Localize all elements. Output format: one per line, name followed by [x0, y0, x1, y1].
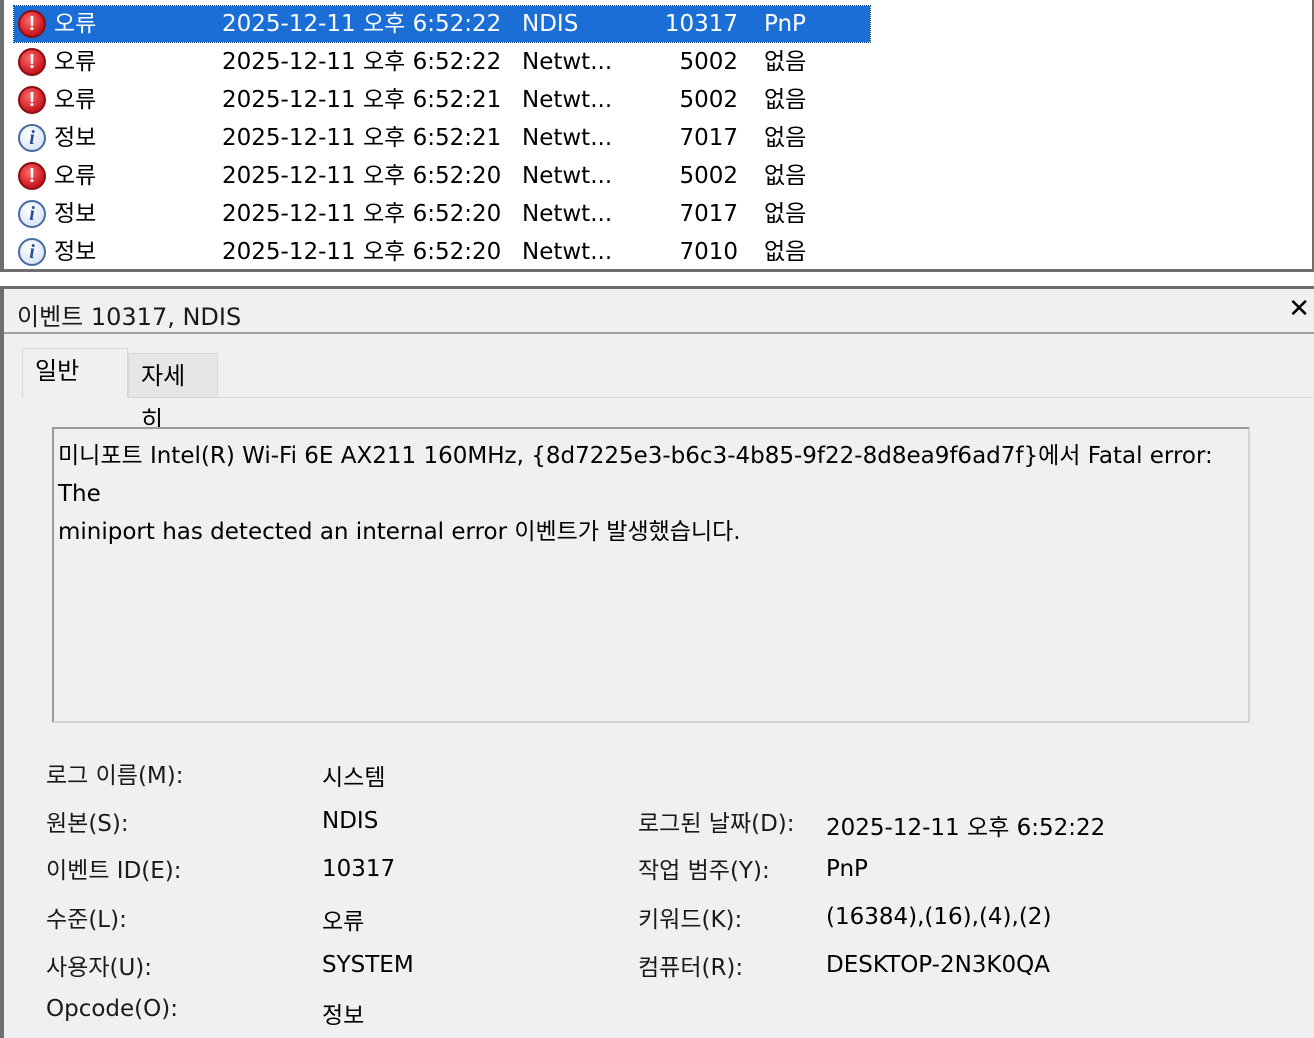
- event-id: 5002: [679, 87, 738, 113]
- event-list[interactable]: ! 오류 2025-12-11 오후 6:52:22 NDIS 10317 Pn…: [0, 0, 1314, 272]
- event-row[interactable]: ! 오류 2025-12-11 오후 6:52:22 NDIS 10317 Pn…: [13, 5, 871, 43]
- event-date: 2025-12-11 오후 6:52:21: [222, 125, 502, 151]
- event-category: 없음: [764, 239, 807, 265]
- event-source: Netwt...: [522, 87, 613, 113]
- detail-title: 이벤트 10317, NDIS: [17, 303, 242, 331]
- task-category-value: PnP: [826, 856, 868, 882]
- event-source: NDIS: [522, 11, 579, 37]
- event-date: 2025-12-11 오후 6:52:22: [222, 11, 502, 37]
- event-id: 10317: [664, 11, 738, 37]
- event-level: 정보: [54, 125, 97, 151]
- event-category: 없음: [764, 201, 807, 227]
- event-source: Netwt...: [522, 239, 613, 265]
- event-row[interactable]: i 정보 2025-12-11 오후 6:52:20 Netwt... 7017…: [14, 196, 870, 232]
- level-label: 수준(L):: [46, 907, 127, 933]
- event-row[interactable]: i 정보 2025-12-11 오후 6:52:20 Netwt... 7010…: [14, 234, 870, 270]
- tab-details[interactable]: 자세히: [128, 353, 218, 434]
- event-source: Netwt...: [522, 49, 613, 75]
- event-row[interactable]: i 정보 2025-12-11 오후 6:52:21 Netwt... 7017…: [14, 120, 870, 156]
- event-row[interactable]: ! 오류 2025-12-11 오후 6:52:20 Netwt... 5002…: [14, 158, 870, 194]
- log-name-label: 로그 이름(M):: [46, 763, 184, 789]
- opcode-value: 정보: [322, 1003, 365, 1029]
- event-date: 2025-12-11 오후 6:52:20: [222, 201, 502, 227]
- event-id: 5002: [679, 49, 738, 75]
- event-id-label: 이벤트 ID(E):: [46, 858, 182, 884]
- event-category: PnP: [764, 11, 806, 37]
- event-row[interactable]: ! 오류 2025-12-11 오후 6:52:21 Netwt... 5002…: [14, 82, 870, 118]
- info-icon: i: [18, 200, 46, 228]
- computer-value: DESKTOP-2N3K0QA: [826, 952, 1050, 978]
- user-value: SYSTEM: [322, 952, 414, 978]
- event-date: 2025-12-11 오후 6:52:20: [222, 163, 502, 189]
- task-category-label: 작업 범주(Y):: [638, 858, 770, 884]
- computer-label: 컴퓨터(R):: [638, 955, 744, 981]
- event-date: 2025-12-11 오후 6:52:21: [222, 87, 502, 113]
- log-name-value: 시스템: [322, 765, 386, 791]
- event-detail-pane: 이벤트 10317, NDIS ✕ 일반 자세히 미니포트 Intel(R) W…: [0, 286, 1314, 1038]
- error-icon: !: [18, 162, 46, 190]
- event-source: Netwt...: [522, 201, 613, 227]
- event-level: 오류: [54, 163, 97, 189]
- error-icon: !: [18, 86, 46, 114]
- event-id: 7017: [679, 201, 738, 227]
- error-icon: !: [18, 48, 46, 76]
- opcode-label: Opcode(O):: [46, 996, 178, 1022]
- info-icon: i: [18, 238, 46, 266]
- error-icon: !: [18, 10, 46, 38]
- event-level: 정보: [54, 201, 97, 227]
- source-value: NDIS: [322, 808, 379, 834]
- event-row[interactable]: ! 오류 2025-12-11 오후 6:52:22 Netwt... 5002…: [14, 44, 870, 80]
- logged-date-label: 로그된 날짜(D):: [638, 811, 795, 837]
- keywords-label: 키워드(K):: [638, 907, 743, 933]
- event-source: Netwt...: [522, 125, 613, 151]
- event-id-value: 10317: [322, 856, 396, 882]
- keywords-value: (16384),(16),(4),(2): [826, 904, 1052, 930]
- event-level: 오류: [54, 49, 97, 75]
- event-level: 정보: [54, 239, 97, 265]
- event-date: 2025-12-11 오후 6:52:22: [222, 49, 502, 75]
- tab-general[interactable]: 일반: [22, 348, 128, 398]
- event-id: 5002: [679, 163, 738, 189]
- description-line: 미니포트 Intel(R) Wi-Fi 6E AX211 160MHz, {8d…: [58, 443, 1213, 507]
- event-source: Netwt...: [522, 163, 613, 189]
- logged-date-value: 2025-12-11 오후 6:52:22: [826, 815, 1106, 841]
- event-viewer: ! 오류 2025-12-11 오후 6:52:22 NDIS 10317 Pn…: [0, 0, 1314, 1038]
- event-description[interactable]: 미니포트 Intel(R) Wi-Fi 6E AX211 160MHz, {8d…: [52, 427, 1250, 723]
- event-category: 없음: [764, 87, 807, 113]
- event-category: 없음: [764, 125, 807, 151]
- detail-header: 이벤트 10317, NDIS ✕: [4, 289, 1314, 334]
- event-id: 7010: [679, 239, 738, 265]
- event-category: 없음: [764, 163, 807, 189]
- close-icon[interactable]: ✕: [1288, 294, 1310, 324]
- event-id: 7017: [679, 125, 738, 151]
- user-label: 사용자(U):: [46, 955, 153, 981]
- event-level: 오류: [54, 87, 97, 113]
- event-category: 없음: [764, 49, 807, 75]
- description-line: miniport has detected an internal error …: [58, 519, 741, 545]
- event-date: 2025-12-11 오후 6:52:20: [222, 239, 502, 265]
- source-label: 원본(S):: [46, 811, 129, 837]
- level-value: 오류: [322, 909, 365, 935]
- info-icon: i: [18, 124, 46, 152]
- event-level: 오류: [54, 11, 97, 37]
